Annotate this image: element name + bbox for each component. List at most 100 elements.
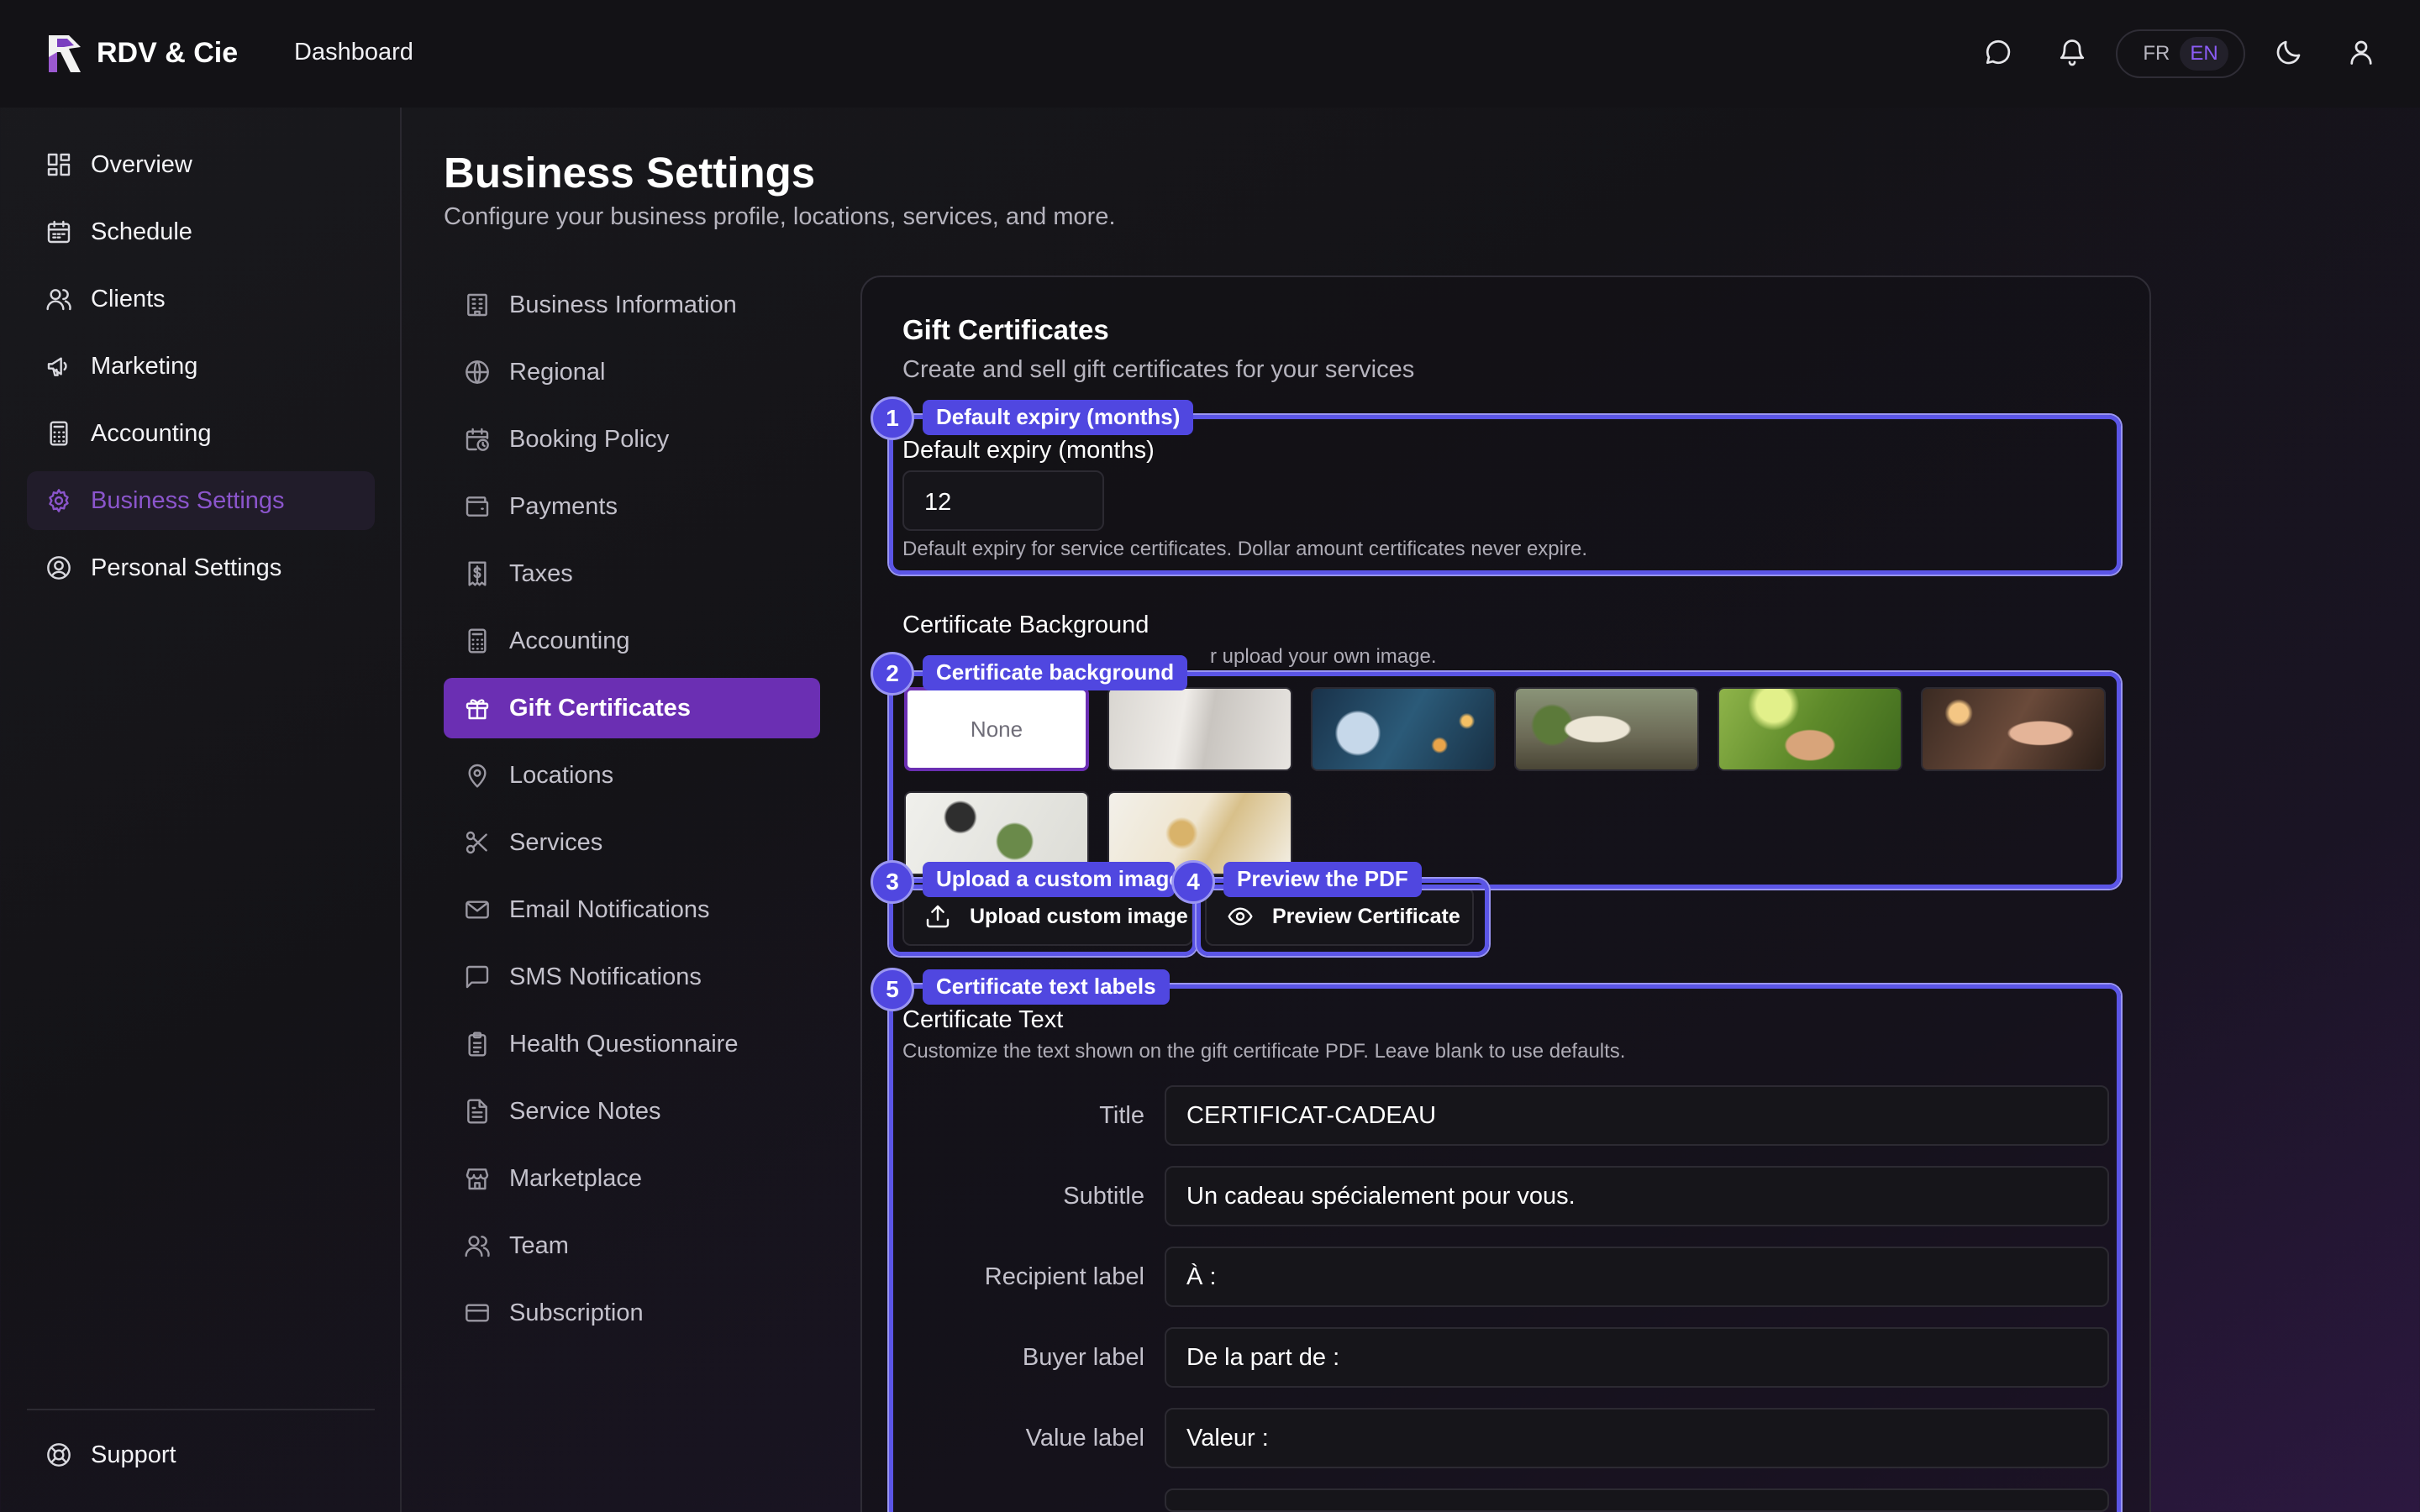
settings-nav-label: SMS Notifications — [509, 963, 702, 990]
settings-nav-team[interactable]: Team — [444, 1215, 820, 1276]
settings-nav-label: Booking Policy — [509, 425, 670, 453]
top-bar: RDV & Cie Dashboard FR EN — [0, 0, 2420, 108]
settings-nav-label: Gift Certificates — [509, 694, 691, 722]
language-switcher: FR EN — [2116, 29, 2245, 78]
user-circle-icon — [45, 554, 72, 581]
sidebar-item-clients[interactable]: Clients — [27, 270, 375, 328]
settings-nav-label: Business Information — [509, 291, 737, 318]
settings-nav-business-information[interactable]: Business Information — [444, 275, 820, 335]
annotation-number-1: 1 — [871, 396, 914, 440]
settings-nav-label: Services — [509, 828, 603, 856]
annotation-number-3: 3 — [871, 860, 914, 904]
globe-icon — [464, 359, 491, 386]
sidebar-item-accounting[interactable]: Accounting — [27, 404, 375, 463]
settings-nav-locations[interactable]: Locations — [444, 745, 820, 806]
sidebar-item-marketing[interactable]: Marketing — [27, 337, 375, 396]
settings-nav-payments[interactable]: Payments — [444, 476, 820, 537]
bell-icon[interactable] — [2057, 37, 2087, 67]
megaphone-icon — [45, 353, 72, 380]
annotation-tag-3: Upload a custom image — [923, 862, 1175, 897]
page-subtitle: Configure your business profile, locatio… — [444, 203, 1116, 230]
lang-en-option[interactable]: EN — [2180, 37, 2228, 71]
settings-nav-subscription[interactable]: Subscription — [444, 1283, 820, 1343]
receipt-icon — [464, 560, 491, 587]
file-text-icon — [464, 1098, 491, 1125]
brand-name[interactable]: RDV & Cie — [97, 37, 238, 70]
annotation-number-4: 4 — [1171, 860, 1215, 904]
calculator-icon — [464, 627, 491, 654]
sidebar-item-label: Clients — [91, 285, 166, 312]
settings-nav-label: Payments — [509, 492, 618, 520]
scissors-icon — [464, 829, 491, 856]
settings-nav-booking-policy[interactable]: Booking Policy — [444, 409, 820, 470]
sidebar-item-label: Marketing — [91, 352, 198, 380]
sidebar-item-schedule[interactable]: Schedule — [27, 202, 375, 261]
sidebar-item-label: Personal Settings — [91, 554, 282, 581]
users-icon — [45, 286, 72, 312]
background-help: r upload your own image. — [1210, 645, 1437, 668]
annotation-box-expiry — [889, 415, 2121, 575]
calendar-clock-icon — [464, 426, 491, 453]
settings-nav-label: Subscription — [509, 1299, 644, 1326]
settings-nav-email-notifications[interactable]: Email Notifications — [444, 879, 820, 940]
settings-nav-label: Accounting — [509, 627, 630, 654]
annotation-number-2: 2 — [871, 652, 914, 696]
sidebar-item-label: Accounting — [91, 419, 212, 447]
sidebar-item-label: Support — [91, 1441, 176, 1468]
calculator-icon — [45, 420, 72, 447]
settings-nav-label: Team — [509, 1231, 569, 1259]
settings-nav-accounting[interactable]: Accounting — [444, 611, 820, 671]
settings-nav-label: Marketplace — [509, 1164, 642, 1192]
annotation-box-certificate-text — [889, 984, 2121, 1512]
settings-nav-label: Regional — [509, 358, 606, 386]
map-pin-icon — [464, 762, 491, 789]
sidebar-item-personal-settings[interactable]: Personal Settings — [27, 538, 375, 597]
settings-nav-marketplace[interactable]: Marketplace — [444, 1148, 820, 1209]
sidebar-item-label: Business Settings — [91, 486, 285, 514]
lang-fr-option[interactable]: FR — [2133, 37, 2180, 71]
background-label: Certificate Background — [902, 612, 1150, 638]
settings-nav-taxes[interactable]: Taxes — [444, 543, 820, 604]
wallet-icon — [464, 493, 491, 520]
sidebar-item-label: Overview — [91, 150, 192, 178]
chat-icon[interactable] — [1983, 37, 2013, 67]
sidebar-divider — [27, 1409, 375, 1410]
settings-nav-label: Taxes — [509, 559, 573, 587]
annotation-number-5: 5 — [871, 968, 914, 1011]
message-square-icon — [464, 963, 491, 990]
settings-nav-label: Service Notes — [509, 1097, 661, 1125]
card-title: Gift Certificates — [902, 314, 1109, 345]
annotation-box-background — [889, 672, 2121, 889]
gear-icon — [45, 487, 72, 514]
sidebar-item-business-settings[interactable]: Business Settings — [27, 471, 375, 530]
credit-card-icon — [464, 1299, 491, 1326]
annotation-tag-5: Certificate text labels — [923, 969, 1170, 1005]
user-account-icon[interactable] — [2346, 37, 2376, 67]
settings-nav-regional[interactable]: Regional — [444, 342, 820, 402]
gift-icon — [464, 695, 491, 722]
lifebuoy-icon — [45, 1441, 72, 1468]
settings-nav-label: Locations — [509, 761, 614, 789]
logo-icon — [49, 35, 81, 72]
moon-icon[interactable] — [2274, 37, 2304, 67]
annotation-tag-2: Certificate background — [923, 655, 1188, 690]
building-icon — [464, 291, 491, 318]
settings-nav-sms-notifications[interactable]: SMS Notifications — [444, 947, 820, 1007]
breadcrumb-dashboard[interactable]: Dashboard — [294, 39, 413, 66]
sidebar-item-label: Schedule — [91, 218, 192, 245]
annotation-tag-4: Preview the PDF — [1223, 862, 1422, 897]
sidebar-item-support[interactable]: Support — [27, 1425, 375, 1484]
settings-nav-service-notes[interactable]: Service Notes — [444, 1081, 820, 1142]
annotation-tag-1: Default expiry (months) — [923, 400, 1194, 435]
calendar-icon — [45, 218, 72, 245]
page-title: Business Settings — [444, 149, 816, 197]
users-icon — [464, 1232, 491, 1259]
settings-nav-services[interactable]: Services — [444, 812, 820, 873]
settings-nav-health-questionnaire[interactable]: Health Questionnaire — [444, 1014, 820, 1074]
mail-icon — [464, 896, 491, 923]
settings-nav-label: Health Questionnaire — [509, 1030, 739, 1058]
sidebar-item-overview[interactable]: Overview — [27, 135, 375, 194]
card-subtitle: Create and sell gift certificates for yo… — [902, 356, 1415, 383]
settings-nav-gift-certificates[interactable]: Gift Certificates — [444, 678, 820, 738]
store-icon — [464, 1165, 491, 1192]
